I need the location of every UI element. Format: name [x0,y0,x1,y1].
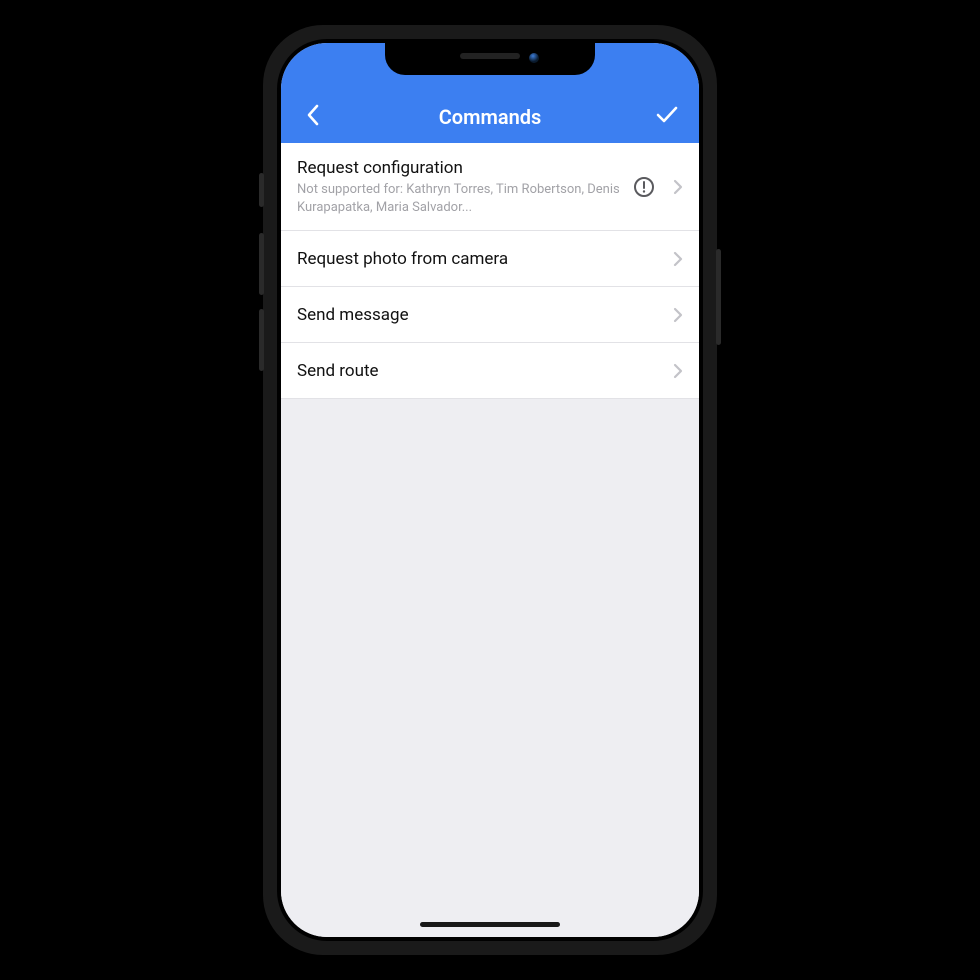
command-request-photo[interactable]: Request photo from camera [281,231,699,287]
row-title: Request configuration [297,157,623,179]
row-title: Send message [297,304,663,326]
home-indicator[interactable] [420,922,560,927]
page-title: Commands [327,105,653,129]
row-text: Send route [297,360,663,382]
row-text: Send message [297,304,663,326]
phone-camera-dot [529,53,539,63]
phone-volume-up [259,233,264,295]
check-icon [655,105,679,125]
row-text: Request photo from camera [297,248,663,270]
row-icons [673,363,683,379]
confirm-button[interactable] [653,101,681,129]
row-text: Request configuration Not supported for:… [297,157,623,216]
command-send-route[interactable]: Send route [281,343,699,399]
command-send-message[interactable]: Send message [281,287,699,343]
row-icons [673,307,683,323]
chevron-right-icon [673,363,683,379]
phone-bezel: Commands Request configuration Not suppo… [277,39,703,941]
back-icon [306,104,320,126]
alert-icon [633,176,655,198]
content-area: Request configuration Not supported for:… [281,143,699,937]
phone-volume-down [259,309,264,371]
command-list: Request configuration Not supported for:… [281,143,699,399]
phone-power-button [716,249,721,345]
row-title: Request photo from camera [297,248,663,270]
chevron-right-icon [673,179,683,195]
phone-mute-switch [259,173,264,207]
row-subtitle: Not supported for: Kathryn Torres, Tim R… [297,181,623,216]
chevron-right-icon [673,307,683,323]
chevron-right-icon [673,251,683,267]
back-button[interactable] [299,101,327,129]
phone-screen: Commands Request configuration Not suppo… [281,43,699,937]
phone-frame: Commands Request configuration Not suppo… [263,25,717,955]
command-request-configuration[interactable]: Request configuration Not supported for:… [281,143,699,231]
row-title: Send route [297,360,663,382]
phone-notch [385,43,595,75]
row-icons [673,251,683,267]
phone-speaker [460,53,520,59]
row-icons [633,176,683,198]
